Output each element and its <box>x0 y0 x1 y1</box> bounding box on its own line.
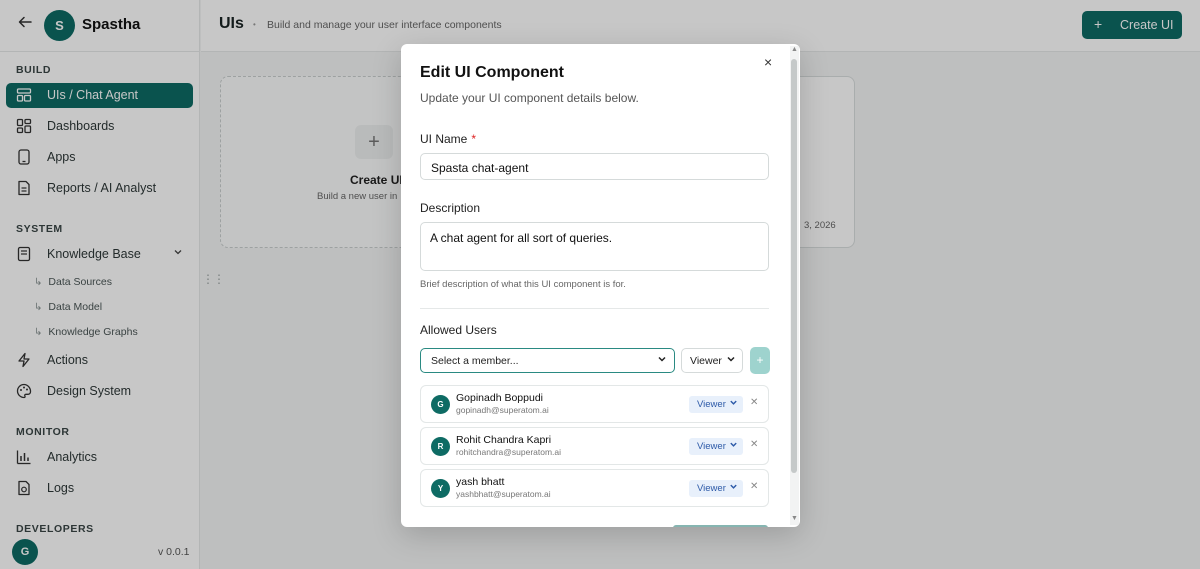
allowed-user-row: R Rohit Chandra Kapri rohitchandra@super… <box>420 427 769 465</box>
divider <box>420 308 769 309</box>
modal-subtitle: Update your UI component details below. <box>420 91 639 105</box>
close-icon[interactable]: × <box>764 54 772 70</box>
scroll-up-icon[interactable]: ▲ <box>791 46 798 53</box>
user-name: Gopinadh Boppudi <box>456 392 543 404</box>
required-mark: * <box>471 132 477 146</box>
modal-scrollbar[interactable]: ▲ ▼ <box>790 46 799 525</box>
scroll-down-icon[interactable]: ▼ <box>791 515 798 522</box>
description-value: A chat agent for all sort of queries. <box>430 231 613 245</box>
remove-user-icon[interactable]: ✕ <box>750 481 758 492</box>
user-role-value: Viewer <box>697 483 726 494</box>
user-email: yashbhatt@superatom.ai <box>456 489 551 499</box>
user-role-select[interactable]: Viewer <box>689 480 743 497</box>
avatar: G <box>431 395 450 414</box>
user-email: gopinadh@superatom.ai <box>456 405 549 415</box>
chevron-down-icon <box>729 440 738 451</box>
ui-name-value: Spasta chat-agent <box>431 161 529 175</box>
user-role-select[interactable]: Viewer <box>689 396 743 413</box>
member-select-value: Select a member... <box>431 355 519 367</box>
remove-user-icon[interactable]: ✕ <box>750 439 758 450</box>
member-select[interactable]: Select a member... <box>420 348 675 373</box>
user-role-value: Viewer <box>697 399 726 410</box>
add-member-button[interactable]: + <box>750 347 770 374</box>
user-email: rohitchandra@superatom.ai <box>456 447 562 457</box>
chevron-down-icon <box>657 354 667 367</box>
role-select[interactable]: Viewer <box>681 348 743 373</box>
allowed-user-row: Y yash bhatt yashbhatt@superatom.ai View… <box>420 469 769 507</box>
user-name: Rohit Chandra Kapri <box>456 434 552 446</box>
remove-user-icon[interactable]: ✕ <box>750 397 758 408</box>
user-role-select[interactable]: Viewer <box>689 438 743 455</box>
scrollbar-thumb[interactable] <box>791 59 797 473</box>
chevron-down-icon <box>729 398 738 409</box>
role-select-value: Viewer <box>690 355 722 367</box>
avatar: Y <box>431 479 450 498</box>
chevron-down-icon <box>726 354 736 367</box>
modal-title: Edit UI Component <box>420 64 564 81</box>
allowed-user-row: G Gopinadh Boppudi gopinadh@superatom.ai… <box>420 385 769 423</box>
avatar: R <box>431 437 450 456</box>
allowed-users-label: Allowed Users <box>420 323 497 337</box>
description-hint: Brief description of what this UI compon… <box>420 279 626 290</box>
description-field[interactable]: A chat agent for all sort of queries. <box>420 222 769 271</box>
save-button-edge[interactable] <box>673 525 768 527</box>
description-label: Description <box>420 201 481 215</box>
ui-name-label: UI Name * <box>420 132 477 146</box>
chevron-down-icon <box>729 482 738 493</box>
ui-name-field[interactable]: Spasta chat-agent <box>420 153 769 180</box>
user-role-value: Viewer <box>697 441 726 452</box>
edit-ui-modal: × Edit UI Component Update your UI compo… <box>401 44 800 527</box>
user-name: yash bhatt <box>456 476 505 488</box>
